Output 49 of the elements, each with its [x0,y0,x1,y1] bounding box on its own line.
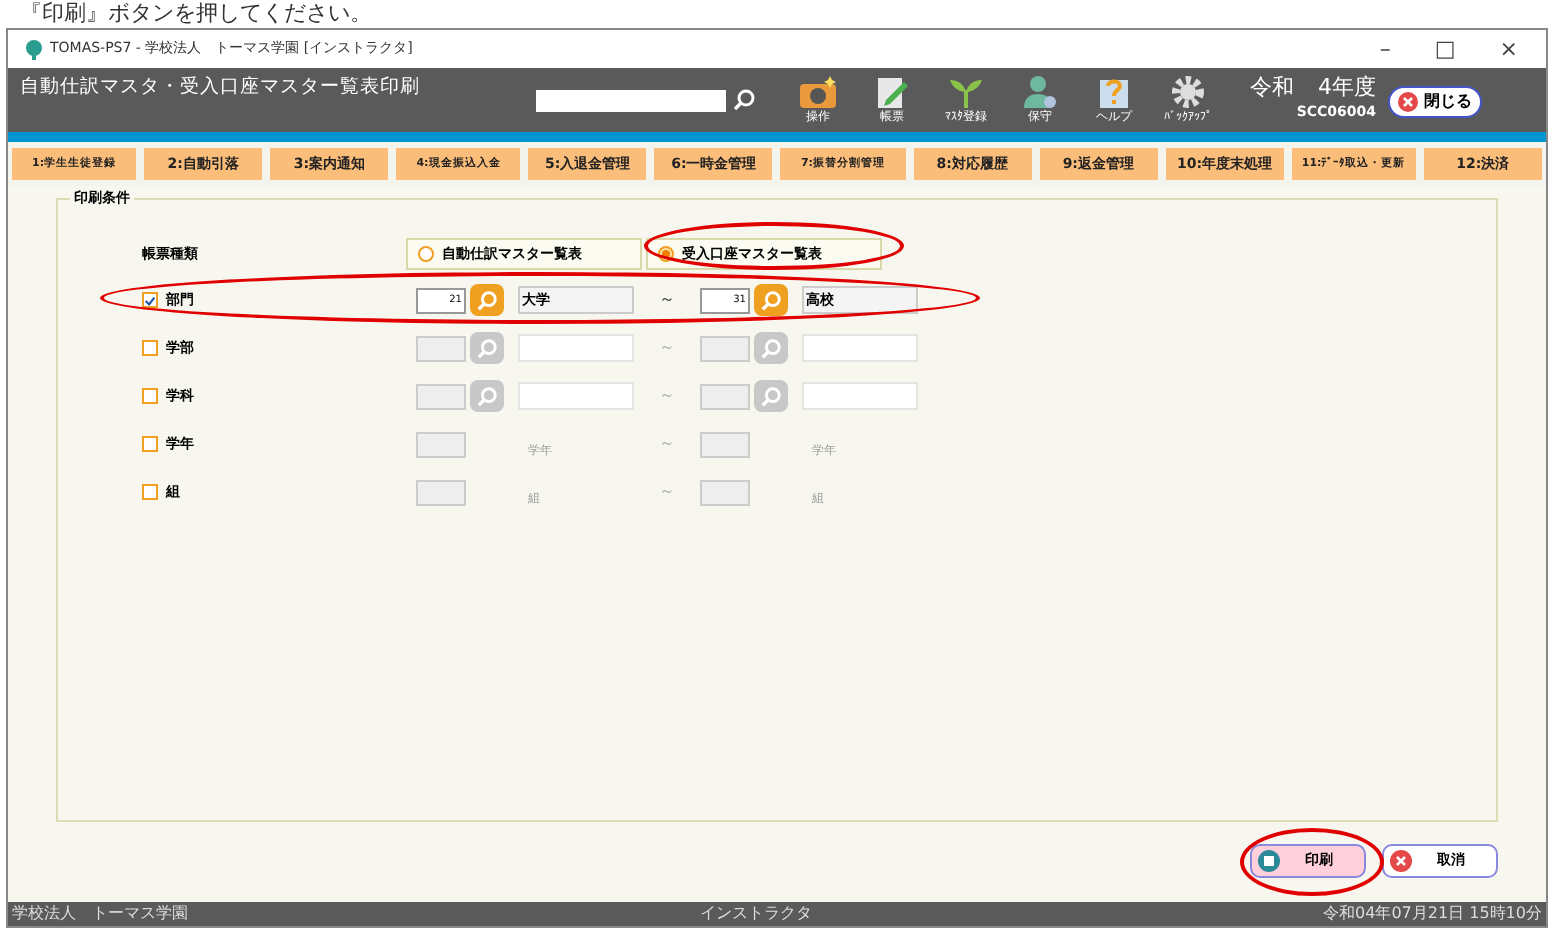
range-tilde: ～ [657,480,677,504]
status-text: 学校法人 トーマス学園 [12,904,188,924]
person-gear-icon [1022,74,1058,110]
search-icon [476,337,498,359]
search-button[interactable] [754,332,788,364]
search-icon [760,289,782,311]
annotation-ellipse [1240,828,1384,896]
maximize-button[interactable]: □ [1434,38,1456,60]
help-icon [1096,74,1132,110]
checkbox[interactable] [142,436,158,452]
search-button[interactable] [470,332,504,364]
search-button[interactable] [754,284,788,316]
search-icon [476,289,498,311]
name-field [518,334,634,362]
checkbox[interactable] [142,340,158,356]
page-title: 自動仕訳マスタ・受入口座マスター覧表印刷 [20,74,422,102]
close-icon [1390,850,1412,872]
name-field [518,382,634,410]
close-button[interactable]: × [1499,38,1518,60]
range-tilde: ～ [657,336,677,360]
camera-icon [798,74,838,110]
era-text: 令和 [1250,74,1294,102]
search-field[interactable] [536,90,726,112]
range-tilde: ～ [657,384,677,408]
status-text: 令和04年07月21日 15時10分 [1323,904,1542,924]
close-screen-button[interactable]: 閉じる [1388,86,1482,118]
checkbox[interactable] [142,484,158,500]
search-icon [760,385,782,407]
instruction-text: 『印刷』ボタンを押してください。 [20,0,374,28]
sprout-icon [946,74,986,110]
app-logo-icon [24,39,44,59]
range-tilde: ～ [657,432,677,456]
checkbox[interactable] [142,292,158,308]
close-icon [1398,92,1418,112]
search-button[interactable] [470,284,504,316]
name-field [802,382,918,410]
settings-icon [1170,74,1206,110]
notepad-icon [874,74,910,110]
search-button[interactable] [754,380,788,412]
search-icon [760,337,782,359]
fiscal-year-text: 4年度 [1318,74,1376,102]
search-icon [732,88,756,112]
minimize-button[interactable]: – [1379,38,1391,60]
status-text: インストラクタ [699,904,812,924]
range-tilde: ～ [657,288,677,312]
name-field [802,334,918,362]
checkbox[interactable] [142,388,158,404]
search-button[interactable] [470,380,504,412]
search-icon [476,385,498,407]
